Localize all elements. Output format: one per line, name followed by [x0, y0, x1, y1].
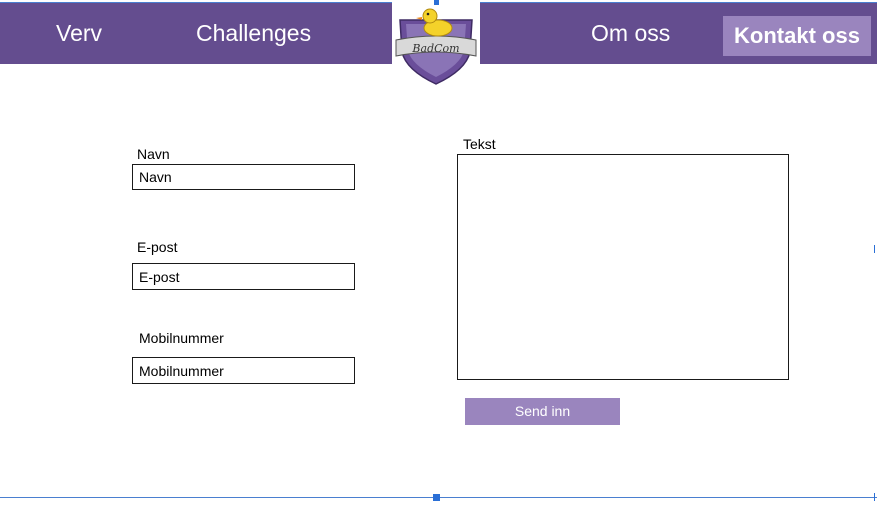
nav-item-challenges[interactable]: Challenges	[196, 3, 311, 64]
text-label: Tekst	[463, 136, 496, 152]
phone-label: Mobilnummer	[139, 330, 224, 346]
name-label: Navn	[137, 146, 170, 162]
message-textarea[interactable]	[457, 154, 789, 380]
selection-handle-right[interactable]	[874, 245, 875, 253]
logo-text: BadCom	[411, 42, 459, 55]
email-input[interactable]	[132, 263, 355, 290]
email-label: E-post	[137, 239, 178, 255]
badcom-logo[interactable]: BadCom	[392, 2, 480, 86]
nav-item-verv[interactable]: Verv	[56, 3, 102, 64]
submit-button[interactable]: Send inn	[465, 398, 620, 425]
page-canvas: Verv Challenges Om oss Kontakt oss BadCo…	[0, 0, 877, 505]
name-input[interactable]	[132, 164, 355, 190]
phone-input[interactable]	[132, 357, 355, 384]
selection-handle-top[interactable]	[434, 0, 439, 5]
selection-handle-corner[interactable]	[874, 493, 875, 501]
selection-handle-bottom[interactable]	[433, 494, 440, 501]
nav-item-om-oss[interactable]: Om oss	[591, 3, 670, 64]
duck-shield-icon: BadCom	[395, 8, 477, 85]
nav-item-kontakt-oss[interactable]: Kontakt oss	[723, 16, 871, 56]
